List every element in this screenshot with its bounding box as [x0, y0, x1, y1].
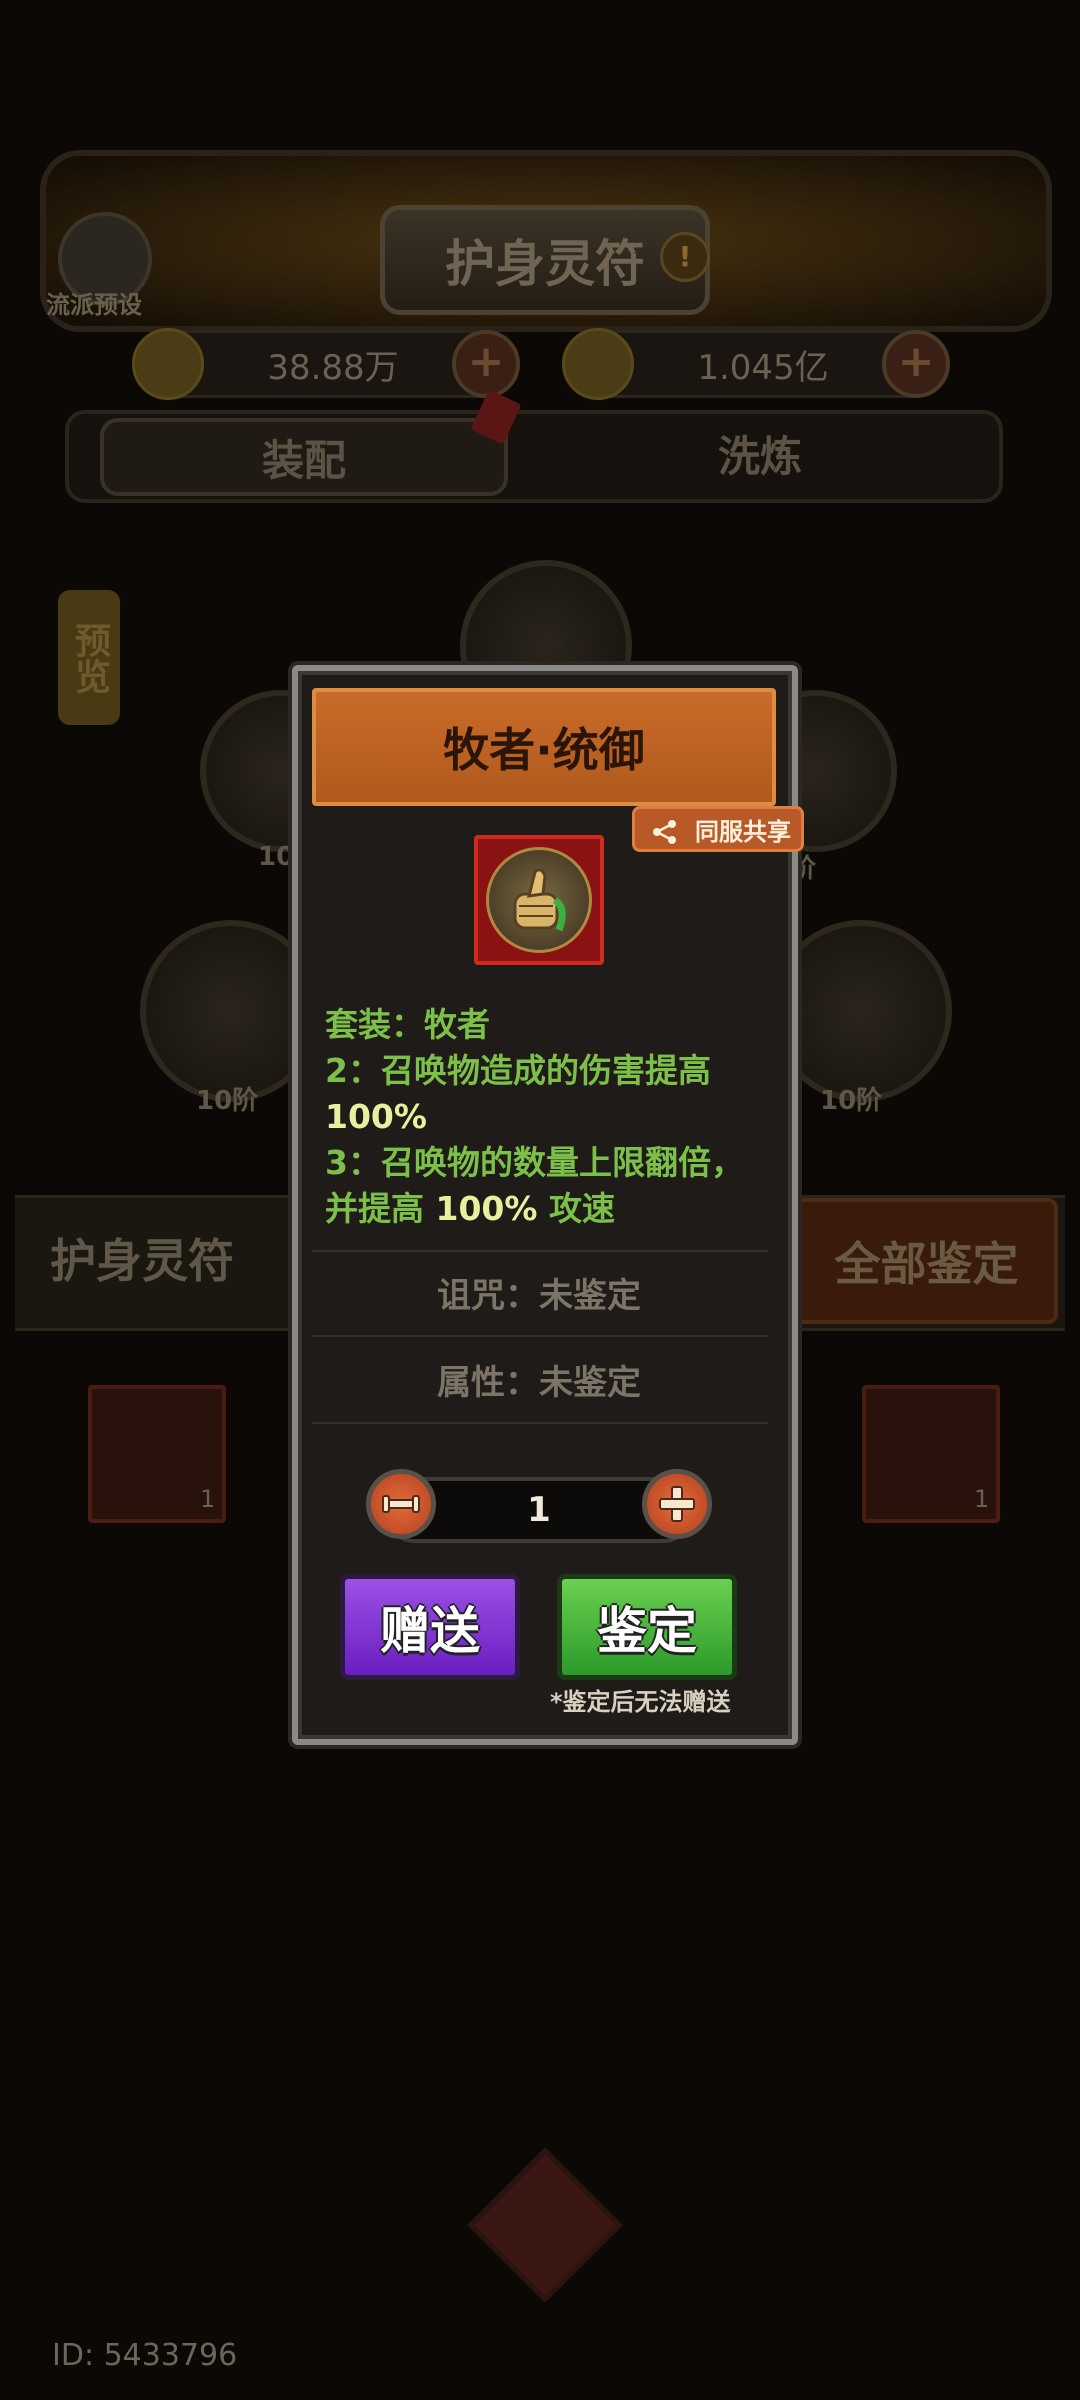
gift-label: 赠送: [380, 1602, 480, 1660]
tab-equip-label: 装配: [261, 435, 346, 485]
divider: [312, 1335, 768, 1337]
slot-level-label: 10阶: [196, 1086, 259, 1116]
currency-value: 1.045亿: [697, 347, 829, 388]
set-bonus-2-line: 2：召唤物造成的伤害提高: [325, 1051, 711, 1090]
thumbs-up-icon: [486, 847, 592, 953]
tab-refine-label: 洗炼: [717, 431, 802, 481]
share-icon: [653, 820, 676, 844]
quantity-value: 1: [527, 1490, 551, 1530]
identify-label: 鉴定: [597, 1602, 697, 1660]
player-id: ID: 5433796: [52, 2338, 238, 2373]
attribute-status: 属性：未鉴定: [437, 1363, 641, 1403]
item-count: 1: [200, 1485, 216, 1513]
divider: [312, 1422, 768, 1424]
bonus-3-prefix: 并提高: [325, 1189, 436, 1228]
tab-refine[interactable]: 洗炼: [560, 418, 960, 488]
add-gold-coin-button[interactable]: +: [882, 330, 950, 398]
inventory-title: 护身灵符: [50, 1234, 234, 1288]
slot-level-label: 10阶: [820, 1086, 883, 1116]
set-bonus-2-value: 100%: [325, 1094, 427, 1140]
server-share-button[interactable]: 同服共享: [632, 806, 804, 852]
decrease-quantity-button[interactable]: [366, 1469, 436, 1539]
popup-header: 牧者·统御: [312, 688, 776, 806]
set-bonus-3-cont: 并提高 100% 攻速: [325, 1186, 615, 1232]
identify-all-button[interactable]: 全部鉴定: [795, 1198, 1058, 1324]
identify-note: *鉴定后无法赠送: [550, 1688, 731, 1716]
identify-all-label: 全部鉴定: [834, 1237, 1019, 1291]
share-label: 同服共享: [695, 817, 791, 846]
info-icon[interactable]: !: [660, 232, 710, 282]
preset-label: 流派预设: [46, 291, 142, 319]
popup-title: 牧者·统御: [443, 723, 645, 777]
center-emblem-icon[interactable]: [467, 2147, 623, 2303]
currency-value: 38.88万: [267, 347, 399, 388]
plus-icon: [659, 1486, 695, 1522]
gift-button[interactable]: 赠送: [340, 1574, 520, 1680]
set-bonus-3-line: 3：召唤物的数量上限翻倍，: [325, 1143, 744, 1182]
set-name-line: 套装：牧者: [325, 1005, 490, 1044]
identify-button[interactable]: 鉴定: [557, 1574, 737, 1680]
increase-quantity-button[interactable]: [642, 1469, 712, 1539]
preview-tab[interactable]: 预览: [58, 590, 120, 725]
ghost-coin-icon: [132, 328, 204, 400]
add-ghost-coin-button[interactable]: +: [452, 330, 520, 398]
item-icon-frame: [474, 835, 604, 965]
tab-equip[interactable]: 装配: [100, 418, 508, 496]
divider: [312, 1250, 768, 1252]
bonus-2-value: 100%: [325, 1097, 427, 1136]
slot-level-label: 10: [258, 842, 295, 872]
bonus-3-suffix: 攻速: [537, 1189, 615, 1228]
item-count: 1: [974, 1485, 990, 1513]
minus-icon: [382, 1495, 420, 1513]
curse-status: 诅咒：未鉴定: [437, 1276, 641, 1316]
bonus-3-value: 100%: [435, 1189, 538, 1228]
gold-coin-icon: [562, 328, 634, 400]
